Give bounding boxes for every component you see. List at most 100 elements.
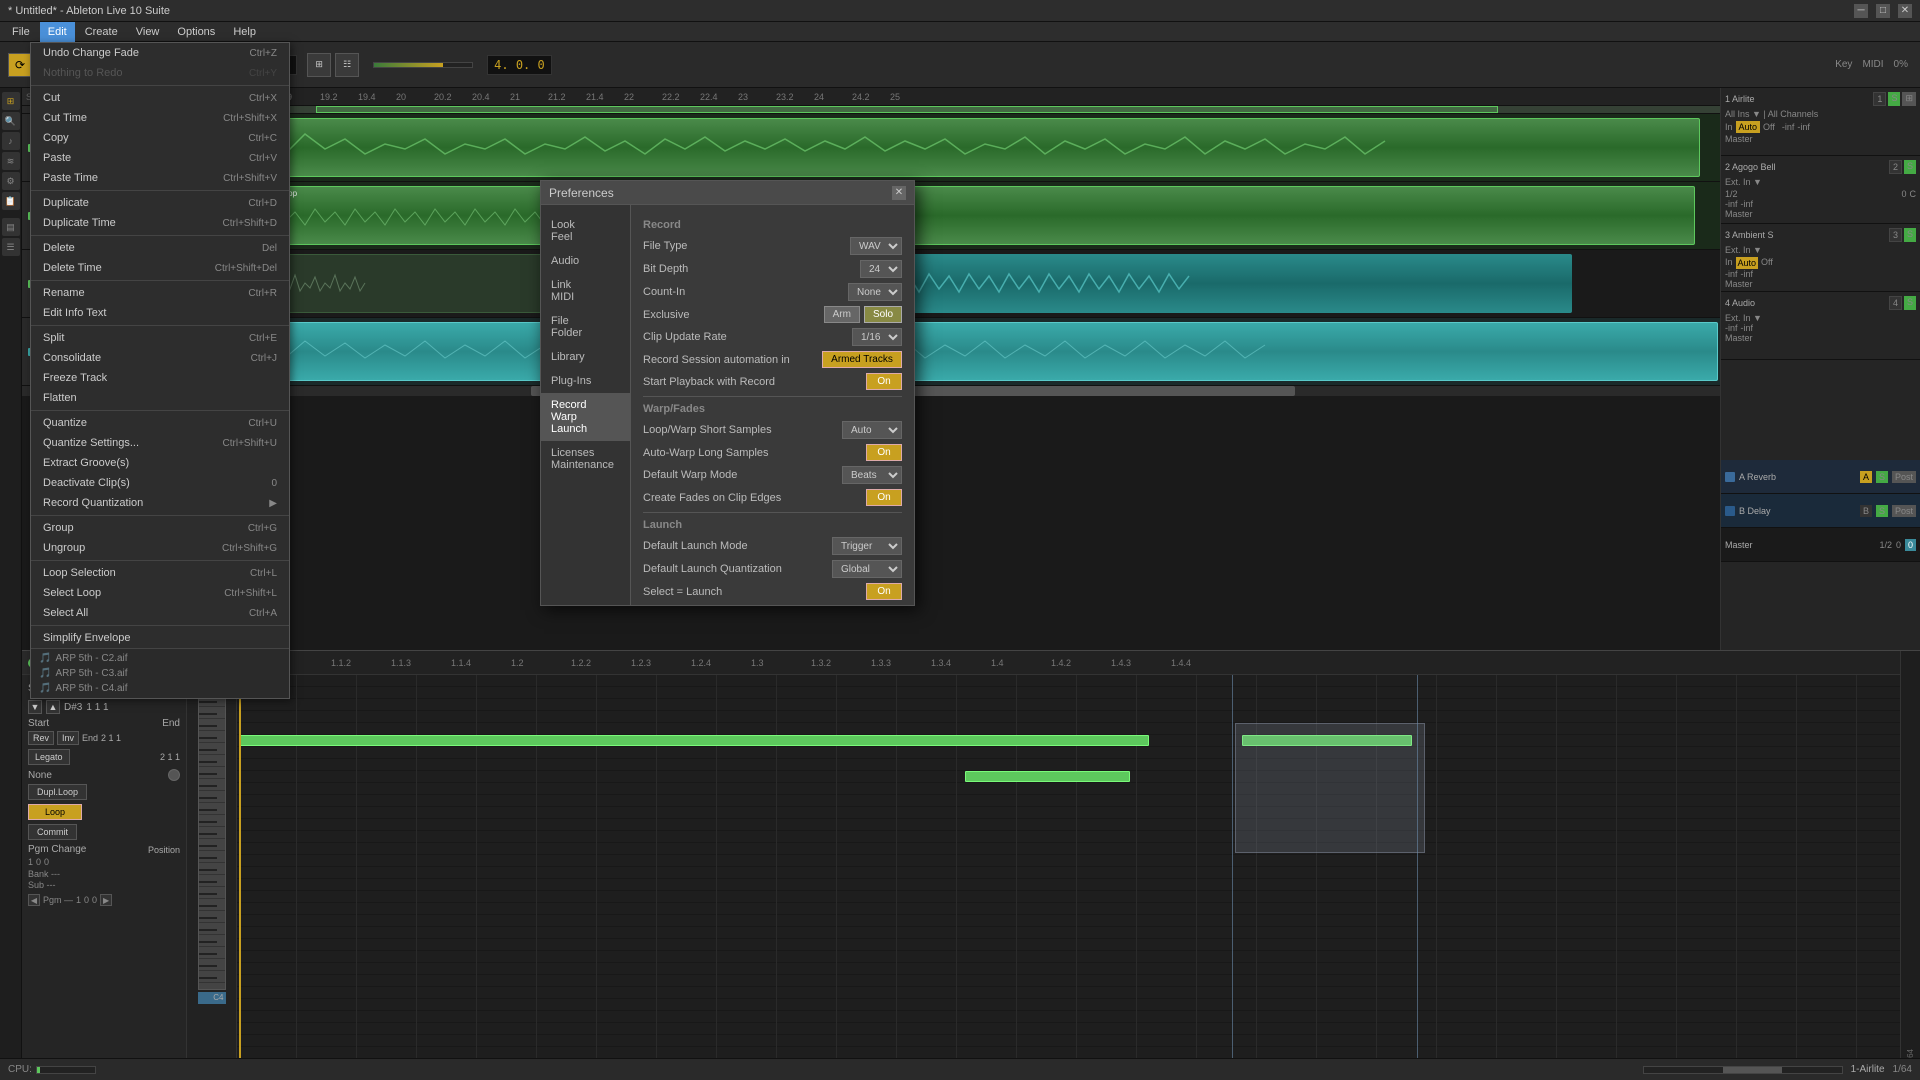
menu-delete[interactable]: Delete Del	[31, 238, 289, 258]
pref-auto-warp-toggle[interactable]: On	[866, 444, 902, 461]
menu-cut-time[interactable]: Cut Time Ctrl+Shift+X	[31, 108, 289, 128]
menu-extract-groove[interactable]: Extract Groove(s)	[31, 453, 289, 473]
rev-btn[interactable]: Rev	[28, 731, 54, 745]
pgm-prev-btn[interactable]: ◀	[28, 894, 40, 906]
pref-clip-update-select[interactable]: 1/16	[852, 328, 902, 346]
menu-loop-sel[interactable]: Loop Selection Ctrl+L	[31, 563, 289, 583]
pref-exclusive: Exclusive Arm Solo	[643, 306, 902, 323]
pref-select-launch-toggle[interactable]: On	[866, 583, 902, 600]
menu-file[interactable]: File	[4, 22, 38, 42]
menu-sel-all[interactable]: Select All Ctrl+A	[31, 603, 289, 623]
menu-rename[interactable]: Rename Ctrl+R	[31, 283, 289, 303]
mixer-track4-num: 4	[1889, 296, 1902, 310]
menu-quantize[interactable]: Quantize Ctrl+U	[31, 413, 289, 433]
pref-exclusive-label: Exclusive	[643, 309, 824, 321]
session-view-btn[interactable]: ☷	[335, 53, 359, 77]
menu-delete-time[interactable]: Delete Time Ctrl+Shift+Del	[31, 258, 289, 278]
menu-flatten[interactable]: Flatten	[31, 388, 289, 408]
menu-sep-5	[31, 325, 289, 326]
menu-paste-time[interactable]: Paste Time Ctrl+Shift+V	[31, 168, 289, 188]
pref-launch-quant-select[interactable]: Global	[832, 560, 902, 578]
pref-nav-link[interactable]: LinkMIDI	[541, 273, 630, 309]
inv-btn[interactable]: Inv	[57, 731, 79, 745]
menu-delete-label: Delete	[43, 242, 75, 254]
menu-help[interactable]: Help	[225, 22, 264, 42]
menu-group[interactable]: Group Ctrl+G	[31, 518, 289, 538]
pref-bit-depth-select[interactable]: 24	[860, 260, 902, 278]
pref-armed-tracks-btn[interactable]: Armed Tracks	[822, 351, 902, 368]
sidebar-search[interactable]: 🔍	[2, 112, 20, 130]
sidebar-browser[interactable]: ⊞	[2, 92, 20, 110]
midi-note-area[interactable]	[237, 675, 1900, 1070]
transport-loop-btn[interactable]: ⟳	[8, 53, 32, 77]
sidebar-plugins[interactable]: ⚙	[2, 172, 20, 190]
menu-edit[interactable]: Edit	[40, 22, 75, 42]
pref-arm-btn[interactable]: Arm	[824, 306, 860, 323]
menu-split[interactable]: Split Ctrl+E	[31, 328, 289, 348]
menu-record-quant[interactable]: Record Quantization ▶	[31, 493, 289, 513]
menu-simplify[interactable]: Simplify Envelope	[31, 628, 289, 648]
menu-view[interactable]: View	[128, 22, 168, 42]
sidebar-session[interactable]: ☰	[2, 238, 20, 256]
bank-row: Bank ---	[28, 869, 180, 879]
main-scrollbar-thumb[interactable]	[1723, 1067, 1782, 1073]
pref-warp-mode-label: Default Warp Mode	[643, 469, 842, 481]
menu-options[interactable]: Options	[169, 22, 223, 42]
groove-btn[interactable]	[168, 769, 180, 781]
pref-fades-toggle[interactable]: On	[866, 489, 902, 506]
pref-loop-short-select[interactable]: Auto	[842, 421, 902, 439]
legato-btn[interactable]: Legato	[28, 749, 70, 765]
menu-deactivate[interactable]: Deactivate Clip(s) 0	[31, 473, 289, 493]
pref-close-btn[interactable]: ✕	[892, 186, 906, 200]
pref-start-play-rec-toggle[interactable]: On	[866, 373, 902, 390]
close-button[interactable]: ✕	[1898, 4, 1912, 18]
sidebar-arranger[interactable]: ▤	[2, 218, 20, 236]
pgm-change-row: Pgm Change Position	[28, 844, 180, 855]
menu-cut[interactable]: Cut Ctrl+X	[31, 88, 289, 108]
midi-note-lower1[interactable]	[965, 771, 1130, 782]
pgm-next-btn[interactable]: ▶	[100, 894, 112, 906]
note-down-btn[interactable]: ▼	[28, 700, 42, 714]
dupl-loop-btn[interactable]: Dupl.Loop	[28, 784, 87, 800]
menu-freeze[interactable]: Freeze Track	[31, 368, 289, 388]
maximize-button[interactable]: □	[1876, 4, 1890, 18]
pref-count-in-select[interactable]: None	[848, 283, 902, 301]
menu-edit-info[interactable]: Edit Info Text	[31, 303, 289, 323]
menu-duplicate[interactable]: Duplicate Ctrl+D	[31, 193, 289, 213]
pref-solo-btn[interactable]: Solo	[864, 306, 902, 323]
commit-btn[interactable]: Commit	[28, 824, 77, 840]
menu-sel-all-shortcut: Ctrl+A	[249, 608, 277, 619]
master-val: 1/2	[1879, 540, 1892, 550]
menu-paste[interactable]: Paste Ctrl+V	[31, 148, 289, 168]
menu-create[interactable]: Create	[77, 22, 126, 42]
main-scrollbar[interactable]	[1643, 1066, 1843, 1074]
menu-sel-loop[interactable]: Select Loop Ctrl+Shift+L	[31, 583, 289, 603]
menu-undo[interactable]: Undo Change Fade Ctrl+Z	[31, 43, 289, 63]
pref-nav-audio[interactable]: Audio	[541, 249, 630, 273]
menu-duplicate-time[interactable]: Duplicate Time Ctrl+Shift+D	[31, 213, 289, 233]
menu-consolidate[interactable]: Consolidate Ctrl+J	[31, 348, 289, 368]
note-up-btn[interactable]: ▲	[46, 700, 60, 714]
pref-nav-library[interactable]: Library	[541, 345, 630, 369]
mixer-spacer	[1721, 360, 1920, 460]
arrangement-view-btn[interactable]: ⊞	[307, 53, 331, 77]
mixer-track3-master: Master	[1725, 279, 1916, 289]
midi-note-long[interactable]	[239, 735, 1149, 746]
minimize-button[interactable]: ─	[1854, 4, 1868, 18]
pref-nav-look[interactable]: LookFeel	[541, 213, 630, 249]
menu-quantize-settings[interactable]: Quantize Settings... Ctrl+Shift+U	[31, 433, 289, 453]
pref-nav-file[interactable]: FileFolder	[541, 309, 630, 345]
sidebar-clips[interactable]: 📋	[2, 192, 20, 210]
pref-nav-record[interactable]: RecordWarpLaunch	[541, 393, 630, 441]
file-icon-2: 🎵	[39, 668, 51, 679]
pref-nav-licenses[interactable]: LicensesMaintenance	[541, 441, 630, 477]
pref-launch-mode-select[interactable]: Trigger	[832, 537, 902, 555]
sidebar-samples[interactable]: ≋	[2, 152, 20, 170]
menu-copy[interactable]: Copy Ctrl+C	[31, 128, 289, 148]
loop-toggle-btn[interactable]: Loop	[28, 804, 82, 820]
menu-ungroup[interactable]: Ungroup Ctrl+Shift+G	[31, 538, 289, 558]
pref-nav-plugins[interactable]: Plug-Ins	[541, 369, 630, 393]
sidebar-sounds[interactable]: ♪	[2, 132, 20, 150]
pref-warp-mode-select[interactable]: Beats	[842, 466, 902, 484]
pref-file-type-select[interactable]: WAV	[850, 237, 902, 255]
